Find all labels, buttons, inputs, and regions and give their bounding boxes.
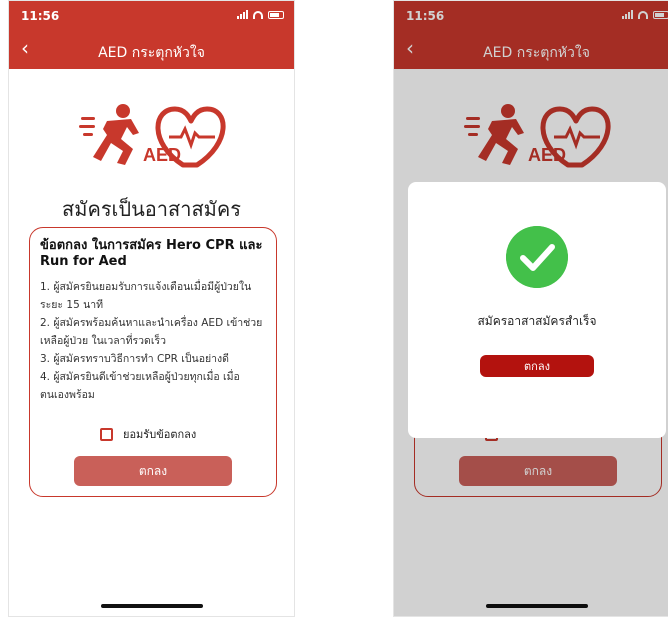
status-bar: 11:56 (9, 1, 294, 31)
logo-text: AED (143, 145, 181, 165)
page-title: สมัครเป็นอาสาสมัคร (62, 197, 241, 221)
status-icons (237, 10, 284, 19)
terms-item: 4. ผู้สมัครยินดีเข้าช่วยเหลือผู้ป่วยทุกเ… (40, 371, 240, 401)
success-dialog: สมัครอาสาสมัครสำเร็จ ตกลง (408, 182, 666, 438)
accept-terms-row[interactable]: ยอมรับข้อตกลง (100, 425, 196, 443)
terms-item: 1. ผู้สมัครยินยอมรับการแจ้งเตือนเมื่อมีผ… (40, 281, 252, 311)
aed-logo: AED (79, 104, 226, 168)
nav-bar: ‹ AED กระตุกหัวใจ (9, 31, 294, 69)
accept-terms-checkbox[interactable] (100, 427, 113, 441)
nav-title: AED กระตุกหัวใจ (98, 45, 205, 61)
phone-screen-registration: 11:56 ‹ AED กระตุกหัวใจ AED สมัครเป็นอาส… (8, 0, 295, 617)
terms-item: 3. ผู้สมัครทราบวิธีการทำ CPR เป็นอย่างดี (40, 353, 230, 365)
wifi-icon (253, 10, 263, 19)
home-indicator (101, 604, 203, 608)
phone-screen-success: 11:56 ‹ AED กระตุกหัวใจ AED สมัครเป็นอาส… (393, 0, 668, 617)
dialog-ok-button[interactable]: ตกลง (480, 355, 594, 377)
accept-terms-label: ยอมรับข้อตกลง (123, 428, 197, 441)
signal-icon (237, 10, 248, 19)
terms-heading: ข้อตกลง ในการสมัคร Hero CPR และ Run for … (40, 238, 263, 269)
battery-icon (268, 10, 284, 19)
check-circle-icon (506, 226, 568, 288)
terms-box: ข้อตกลง ในการสมัคร Hero CPR และ Run for … (29, 227, 277, 497)
agree-button[interactable]: ตกลง (74, 456, 232, 486)
dialog-message: สมัครอาสาสมัครสำเร็จ (477, 314, 597, 328)
terms-item: 2. ผู้สมัครพร้อมค้นหาและนำเครื่อง AED เข… (40, 317, 263, 347)
status-time: 11:56 (21, 9, 60, 23)
